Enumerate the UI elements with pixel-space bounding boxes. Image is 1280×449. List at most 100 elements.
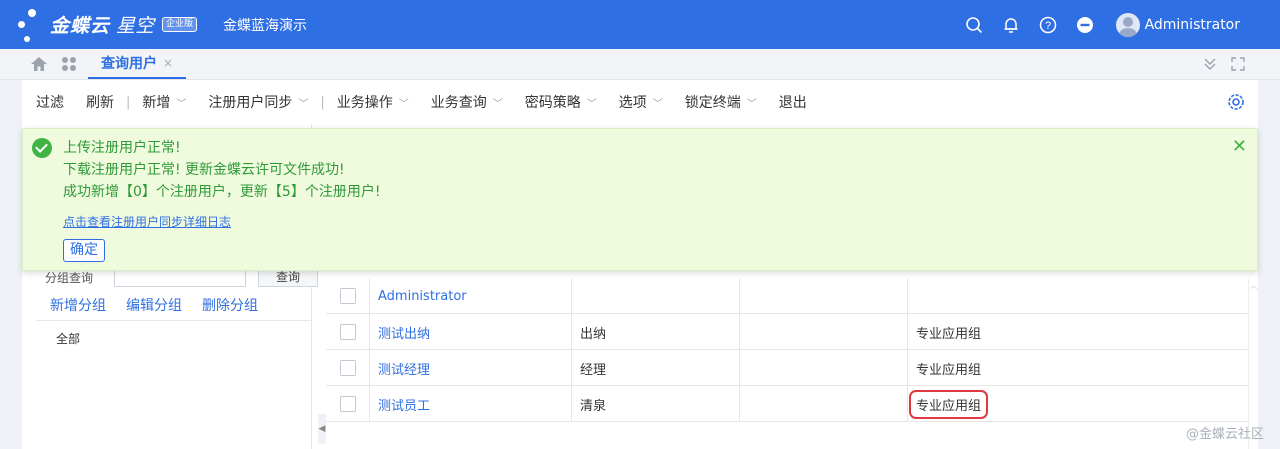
exit-button[interactable]: 退出	[779, 92, 807, 112]
business-query-menu-button[interactable]: 业务查询 ﹀	[431, 92, 503, 112]
register-sync-menu-button[interactable]: 注册用户同步 ﹀	[208, 92, 308, 112]
table-row[interactable]: 测试经理 经理 专业应用组	[326, 350, 1248, 386]
table-row[interactable]: 测试员工 清泉 专业应用组	[326, 386, 1248, 422]
brand-logo[interactable]: 金蝶云 星空 企业版	[14, 5, 198, 45]
row-checkbox[interactable]	[339, 288, 356, 304]
bell-icon[interactable]	[1001, 15, 1021, 35]
group-actions: 新增分组 编辑分组 删除分组	[50, 295, 258, 315]
lock-terminal-menu-button[interactable]: 锁定终端 ﹀	[685, 92, 757, 112]
gear-icon[interactable]	[1226, 92, 1246, 116]
confirm-button[interactable]: 确定	[63, 239, 105, 262]
user-name-link[interactable]: Administrator	[370, 278, 572, 314]
options-label: 选项	[618, 95, 647, 111]
row-checkbox[interactable]	[339, 360, 356, 376]
tab-bar: 查询用户 ×	[0, 49, 1280, 80]
user-col3-cell	[740, 350, 908, 386]
user-group-cell: 专业应用组	[916, 326, 982, 342]
password-policy-menu-button[interactable]: 密码策略 ﹀	[525, 92, 597, 112]
brand-name: 金蝶云	[50, 15, 111, 37]
chevron-down-icon: ﹀	[398, 98, 409, 110]
main-toolbar: 过滤 刷新 | 新增 ﹀ 注册用户同步 ﹀ | 业务操作 ﹀ 业务查询 ﹀ 密码策略 ﹀ …	[22, 80, 1258, 124]
group-item-all[interactable]: 全部	[56, 330, 80, 347]
chevron-down-icon: ﹀	[298, 98, 309, 110]
tab-bar-actions	[1202, 56, 1246, 76]
highlighted-group-value: 专业应用组	[909, 389, 989, 419]
panel-splitter-handle[interactable]: ◀	[318, 414, 326, 444]
user-group-cell: 专业应用组	[908, 386, 1248, 422]
row-checkbox-cell	[326, 386, 370, 422]
user-col3-cell	[740, 278, 908, 314]
filter-label: 过滤	[36, 95, 64, 111]
user-group-cell: 专业应用组	[916, 362, 982, 378]
user-group-cell	[908, 278, 1248, 314]
business-ops-label: 业务操作	[336, 95, 393, 111]
toolbar-separator: |	[126, 94, 131, 110]
message-line-upload: 上传注册用户正常!	[63, 140, 181, 156]
success-check-icon	[32, 138, 52, 158]
edition-badge: 企业版	[162, 17, 198, 32]
row-checkbox[interactable]	[339, 396, 356, 412]
logo-mark-icon	[14, 5, 50, 45]
collapse-chevrons-icon[interactable]	[1202, 56, 1218, 76]
user-name-link[interactable]: 测试经理	[370, 350, 572, 386]
group-list: 全部	[36, 320, 312, 449]
top-header: 金蝶云 星空 企业版 金蝶蓝海演示 ? Administrator	[0, 0, 1280, 49]
org-name[interactable]: 金蝶蓝海演示	[223, 15, 307, 35]
svg-text:?: ?	[1045, 20, 1051, 32]
chevron-down-icon: ﹀	[746, 98, 757, 110]
user-col2-cell	[572, 278, 740, 314]
password-policy-label: 密码策略	[524, 95, 581, 111]
row-checkbox[interactable]	[339, 324, 356, 340]
business-query-label: 业务查询	[430, 95, 487, 111]
refresh-button[interactable]: 刷新	[86, 92, 114, 112]
minus-circle-icon[interactable]	[1075, 15, 1095, 35]
tab-query-user[interactable]: 查询用户 ×	[88, 49, 187, 79]
row-checkbox-cell	[326, 350, 370, 386]
user-col3-cell	[740, 386, 908, 422]
close-icon[interactable]: ✕	[1232, 138, 1247, 156]
chevron-down-icon: ﹀	[492, 98, 503, 110]
search-icon[interactable]	[964, 15, 984, 35]
tab-label: 查询用户	[101, 56, 157, 72]
business-ops-menu-button[interactable]: 业务操作 ﹀	[337, 92, 409, 112]
brand-product: 星空	[116, 15, 155, 37]
tab-close-icon[interactable]: ×	[163, 56, 173, 70]
chevron-down-icon: ﹀	[652, 98, 663, 110]
table-row[interactable]: Administrator	[326, 278, 1248, 314]
group-search-label: 分组查询	[45, 271, 94, 285]
header-actions: ? Administrator	[964, 0, 1280, 49]
exit-label: 退出	[778, 95, 807, 111]
refresh-label: 刷新	[86, 95, 114, 111]
apps-grid-icon[interactable]	[61, 56, 77, 76]
user-name-link[interactable]: 测试员工	[370, 386, 572, 422]
message-line-download: 下载注册用户正常! 更新金蝶云许可文件成功!	[63, 162, 345, 178]
add-menu-button[interactable]: 新增 ﹀	[142, 92, 186, 112]
row-checkbox-cell	[326, 278, 370, 314]
register-sync-label: 注册用户同步	[208, 95, 293, 111]
user-name-link[interactable]: 测试出纳	[370, 314, 572, 350]
user-col2-cell: 经理	[572, 350, 740, 386]
watermark: @金蝶云社区	[1185, 427, 1264, 442]
user-name[interactable]: Administrator	[1145, 17, 1240, 33]
options-menu-button[interactable]: 选项 ﹀	[619, 92, 663, 112]
chevron-down-icon: ﹀	[176, 98, 187, 110]
user-col2-cell: 出纳	[572, 314, 740, 350]
user-col3-cell	[740, 314, 908, 350]
message-line-result: 成功新增【0】个注册用户，更新【5】个注册用户!	[63, 184, 381, 200]
table-row[interactable]: 测试出纳 出纳 专业应用组	[326, 314, 1248, 350]
fullscreen-icon[interactable]	[1230, 56, 1246, 76]
sync-success-message: 上传注册用户正常! 下载注册用户正常! 更新金蝶云许可文件成功! 成功新增【0】…	[22, 128, 1258, 271]
delete-group-button[interactable]: 删除分组	[202, 295, 258, 315]
avatar[interactable]	[1115, 12, 1140, 37]
toolbar-separator: |	[320, 94, 325, 110]
filter-button[interactable]: 过滤	[36, 92, 64, 112]
add-group-button[interactable]: 新增分组	[50, 295, 106, 315]
edit-group-button[interactable]: 编辑分组	[126, 295, 182, 315]
user-col2-cell: 清泉	[572, 386, 740, 422]
chevron-down-icon: ﹀	[586, 98, 597, 110]
help-icon[interactable]: ?	[1038, 15, 1058, 35]
home-icon[interactable]	[30, 56, 48, 76]
user-grid: Administrator 测试出纳 出纳 专业应用组 测试经理 经理 专业应用…	[326, 278, 1248, 422]
lock-terminal-label: 锁定终端	[684, 95, 741, 111]
view-sync-log-link[interactable]: 点击查看注册用户同步详细日志	[63, 213, 231, 230]
